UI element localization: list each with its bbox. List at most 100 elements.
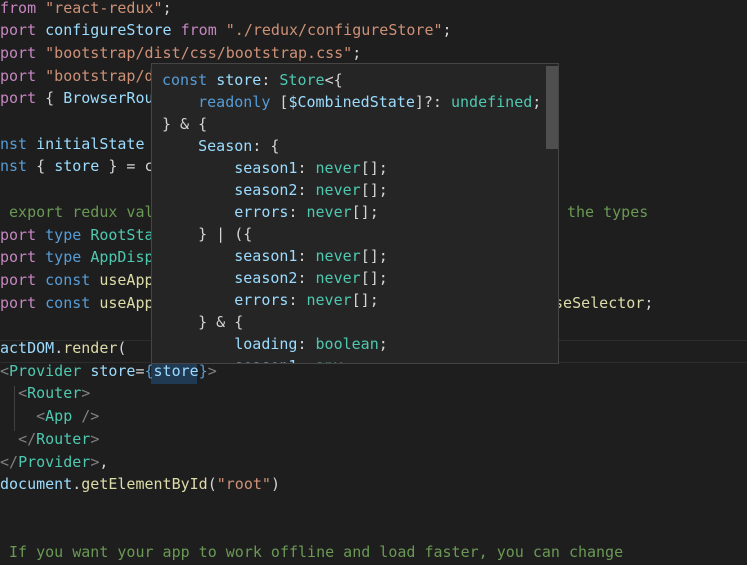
token: season2 [234, 269, 298, 287]
code-line-tail[interactable]: useSelector; [545, 292, 653, 315]
tooltip-line: season1: any; [162, 355, 351, 363]
code-line[interactable]: </Provider>, [0, 451, 108, 474]
code-line[interactable]: export redux val [0, 201, 154, 224]
token: : [288, 291, 307, 309]
token: ; [532, 93, 542, 111]
token: /> [81, 407, 100, 426]
token: $CombinedState [288, 93, 415, 111]
token: } & { [162, 115, 208, 133]
token: ; [442, 21, 452, 40]
code-line[interactable]: port const useApp [0, 269, 154, 292]
code-line[interactable]: actDOM.render( [0, 337, 126, 360]
token: store [153, 361, 199, 380]
tooltip-line: Season: { [162, 135, 279, 157]
tooltip-scrollbar[interactable] [546, 64, 558, 363]
token: port [0, 21, 46, 40]
tooltip-line: } & { [162, 311, 243, 333]
token: Router [36, 429, 91, 448]
token: "./redux/configureStore" [225, 21, 443, 40]
token: ; [378, 335, 388, 353]
tooltip-line: } | ({ [162, 223, 252, 245]
token: } [198, 361, 208, 380]
token: getElementById [81, 475, 208, 494]
tooltip-line: season1: never[]; [162, 245, 388, 267]
token: : [297, 357, 315, 363]
token: loading [234, 335, 298, 353]
code-line[interactable]: port configureStore from "./redux/config… [0, 19, 452, 42]
token: document [0, 475, 73, 494]
code-line[interactable]: If you want your app to work offline and… [0, 541, 623, 564]
scrollbar-thumb[interactable] [546, 66, 558, 149]
token: "bootstrap/dist/css/bootstrap.css" [45, 43, 353, 62]
token: : { [252, 137, 280, 155]
token: RootSta [90, 225, 154, 244]
token: : [297, 335, 316, 353]
token: type [45, 225, 91, 244]
code-line[interactable]: port const useApp [0, 292, 154, 315]
token: configureStore [45, 21, 181, 40]
token: season1 [234, 247, 298, 265]
token: > [90, 452, 100, 471]
code-line[interactable]: port "bootstrap/d [0, 65, 154, 88]
token: useApp [99, 293, 154, 312]
token: from [180, 21, 226, 40]
token: ; [644, 293, 654, 312]
token: ) [270, 475, 280, 494]
code-line[interactable]: nst initialState [0, 133, 145, 156]
token: Season [198, 137, 253, 155]
token: []; [360, 159, 388, 177]
token: the types [567, 202, 649, 221]
code-line[interactable]: </Router> [0, 428, 99, 451]
code-line[interactable]: port type AppDisp [0, 246, 154, 269]
token: . [72, 475, 82, 494]
token: store [90, 361, 136, 380]
code-line[interactable]: from "react-redux"; [0, 0, 172, 19]
token: AppDisp [90, 248, 154, 267]
token: []; [351, 291, 379, 309]
code-line[interactable]: <Router> [0, 382, 90, 405]
token: never [315, 269, 361, 287]
code-line[interactable]: nst { store } = c [0, 155, 154, 178]
token: { [45, 89, 64, 108]
token: any [316, 357, 343, 363]
token: []; [351, 203, 379, 221]
token: ; [352, 43, 362, 62]
token: never [315, 159, 361, 177]
token: ; [162, 0, 172, 17]
token: const [45, 293, 100, 312]
token: store [216, 71, 262, 89]
token: undefined [451, 93, 533, 111]
token: } & { [162, 313, 244, 331]
token: Provider [18, 452, 91, 471]
token: { [36, 157, 55, 176]
code-line[interactable]: port "bootstrap/dist/css/bootstrap.css"; [0, 42, 361, 65]
code-line-tail[interactable]: the types [567, 201, 648, 224]
code-line[interactable]: document.getElementById("root") [0, 473, 280, 496]
tooltip-line: season2: never[]; [162, 179, 388, 201]
token: "bootstrap/d [45, 66, 154, 85]
token: "react-redux" [45, 0, 163, 17]
code-line[interactable]: port type RootSta [0, 224, 154, 247]
code-line[interactable]: port { BrowserRou [0, 87, 154, 110]
tooltip-line: readonly [$CombinedState]?: undefined; [162, 91, 541, 113]
token: Store [279, 71, 325, 89]
token: errors [234, 203, 289, 221]
code-line[interactable]: <App /> [0, 405, 99, 428]
token: port [0, 225, 46, 244]
token: If you want your app to work offline and… [0, 543, 624, 562]
token: port [0, 89, 46, 108]
token: nst [0, 157, 37, 176]
token: { [144, 361, 154, 380]
token: actDOM [0, 339, 55, 357]
token: never [315, 247, 361, 265]
token: ( [207, 475, 217, 494]
